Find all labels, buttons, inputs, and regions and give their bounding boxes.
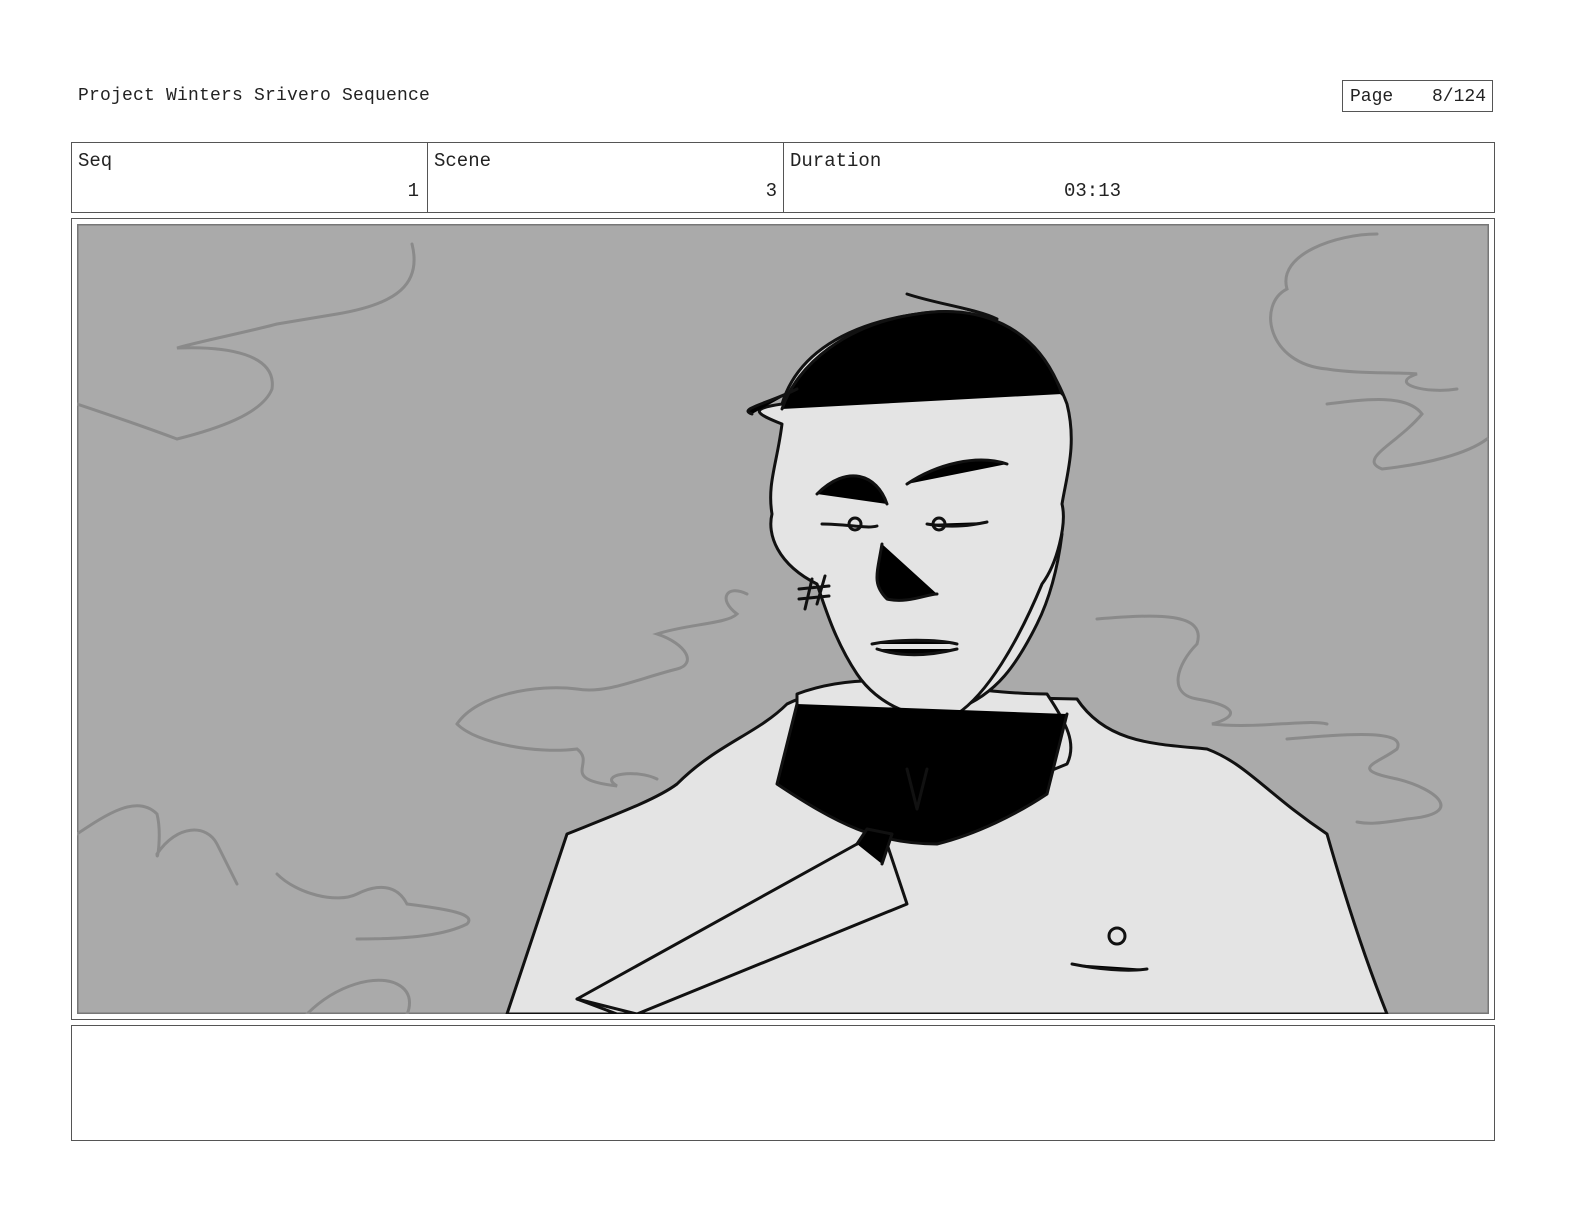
scene-label: Scene	[434, 150, 492, 172]
duration-label: Duration	[790, 150, 882, 172]
duration-cell: Duration 03:13	[784, 143, 1494, 212]
project-title: Project Winters Srivero Sequence	[78, 86, 431, 106]
duration-value: 03:13	[1064, 180, 1122, 202]
seq-value: 1	[407, 180, 419, 202]
page-number: 8/124	[1431, 87, 1486, 107]
shot-info-row: Seq 1 Scene 3 Duration 03:13	[71, 142, 1495, 213]
seq-cell: Seq 1	[72, 143, 428, 212]
seq-label: Seq	[78, 150, 113, 172]
notes-box	[71, 1025, 1495, 1141]
scene-cell: Scene 3	[428, 143, 784, 212]
scene-value: 3	[765, 180, 777, 202]
storyboard-sketch-image	[77, 224, 1489, 1014]
storyboard-panel	[71, 218, 1495, 1020]
page-indicator: Page 8/124	[1342, 80, 1493, 112]
page-label: Page	[1350, 87, 1394, 107]
